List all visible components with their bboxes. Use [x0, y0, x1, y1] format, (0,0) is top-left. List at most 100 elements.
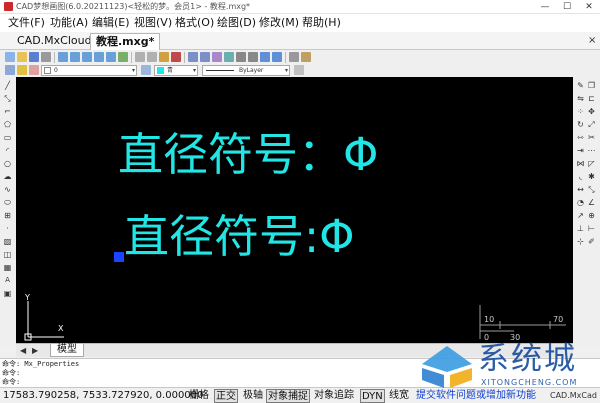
layer-previous-icon[interactable] [141, 65, 151, 75]
move-icon[interactable]: ✥ [587, 107, 596, 116]
next-layout-icon[interactable]: ▶ [32, 345, 38, 357]
image-icon[interactable]: ▣ [3, 289, 12, 298]
explode-icon[interactable]: ✱ [587, 172, 596, 181]
layer-manager-icon[interactable] [188, 52, 198, 62]
hatch-icon[interactable]: ▨ [3, 237, 12, 246]
layer-select[interactable]: 0 ▾ [41, 65, 137, 76]
measure-icon[interactable] [224, 52, 234, 62]
polar-toggle[interactable]: 极轴 [242, 389, 264, 403]
drawing-text-halfwidth-colon[interactable]: 直径符号:Φ [124, 211, 355, 263]
scale-icon[interactable]: ⤢ [587, 120, 596, 129]
xline-icon[interactable]: ⤡ [3, 94, 12, 103]
polygon-icon[interactable]: ⬠ [3, 120, 12, 129]
polyline-icon[interactable]: ⌐ [3, 107, 12, 116]
copy-icon[interactable] [147, 52, 157, 62]
maximize-button[interactable]: ☐ [556, 0, 578, 14]
redo-icon[interactable] [272, 52, 282, 62]
print-icon[interactable] [41, 52, 51, 62]
tab-model[interactable]: 模型 [50, 344, 84, 357]
rotate-icon[interactable]: ↻ [576, 120, 585, 129]
menu-file[interactable]: 文件(F) [8, 15, 45, 31]
dim-continue-icon[interactable]: ⊢ [587, 224, 596, 233]
array-icon[interactable]: ⁘ [576, 107, 585, 116]
dim-style-icon[interactable] [248, 52, 258, 62]
block-icon[interactable] [200, 52, 210, 62]
prev-layout-icon[interactable]: ◀ [20, 345, 26, 357]
new-file-icon[interactable] [5, 52, 15, 62]
otrack-toggle[interactable]: 对象追踪 [313, 389, 355, 403]
ellipse-icon[interactable]: ⬭ [3, 198, 12, 207]
revcloud-icon[interactable]: ☁ [3, 172, 12, 181]
break-icon[interactable]: ⋯ [587, 146, 596, 155]
region-icon[interactable]: ◫ [3, 250, 12, 259]
text-style-icon[interactable] [236, 52, 246, 62]
osnap-toggle[interactable]: 对象捕捉 [266, 389, 310, 403]
cut-icon[interactable] [135, 52, 145, 62]
menu-draw[interactable]: 绘图(D) [217, 15, 256, 31]
dim-baseline-icon[interactable]: ⊥ [576, 224, 585, 233]
dim-edit-icon[interactable]: ✐ [587, 237, 596, 246]
table-icon[interactable]: ▦ [3, 263, 12, 272]
match-properties-icon[interactable] [171, 52, 181, 62]
circle-icon[interactable]: ○ [3, 159, 12, 168]
properties-icon[interactable] [212, 52, 222, 62]
menu-edit[interactable]: 编辑(E) [92, 15, 130, 31]
undo-icon[interactable] [260, 52, 270, 62]
copy-object-icon[interactable]: ❐ [587, 81, 596, 90]
point-icon[interactable]: · [3, 224, 12, 233]
zoom-out-icon[interactable] [82, 52, 92, 62]
menu-function[interactable]: 功能(A) [50, 15, 88, 31]
ortho-toggle[interactable]: 正交 [214, 389, 238, 403]
pan-icon[interactable] [106, 52, 116, 62]
color-select[interactable]: 青 ▾ [154, 65, 198, 76]
dyn-toggle[interactable]: DYN [360, 389, 385, 403]
plugin-icon[interactable] [301, 52, 311, 62]
grid-toggle[interactable]: 栅格 [188, 389, 210, 403]
tab-tutorial-drawing[interactable]: 教程.mxg* [90, 33, 161, 50]
lock-icon[interactable] [29, 65, 39, 75]
center-mark-icon[interactable]: ⊹ [576, 237, 585, 246]
stretch-icon[interactable]: ⇿ [576, 133, 585, 142]
mtext-icon[interactable]: A [3, 276, 12, 285]
tab-cad-mxcloud[interactable]: CAD.MxCloud [12, 33, 97, 50]
rectangle-icon[interactable]: ▭ [3, 133, 12, 142]
drawing-text-fullwidth-colon[interactable]: 直径符号：Φ [118, 129, 378, 181]
bulb-icon[interactable] [17, 65, 27, 75]
line-icon[interactable]: ╱ [3, 81, 12, 90]
arc-icon[interactable]: ◜ [3, 146, 12, 155]
offset-icon[interactable]: ⊏ [587, 94, 596, 103]
close-window-button[interactable]: ✕ [578, 0, 600, 14]
insert-block-icon[interactable]: ⊞ [3, 211, 12, 220]
layer-icon[interactable] [5, 65, 15, 75]
lineweight-toggle[interactable]: 线宽 [388, 389, 410, 403]
drawing-canvas[interactable]: 直径符号：Φ 直径符号:Φ Y X 10 70 0 30 [16, 77, 573, 343]
linetype-select[interactable]: ByLayer ▾ [202, 65, 290, 76]
tolerance-icon[interactable]: ⊕ [587, 211, 596, 220]
extend-icon[interactable]: ⇥ [576, 146, 585, 155]
zoom-window-icon[interactable] [58, 52, 68, 62]
close-tab-icon[interactable]: × [588, 33, 596, 49]
fillet-icon[interactable]: ◟ [576, 172, 585, 181]
text-grip-handle[interactable] [114, 252, 124, 262]
dim-radius-icon[interactable]: ◔ [576, 198, 585, 207]
spline-icon[interactable]: ∿ [3, 185, 12, 194]
save-icon[interactable] [29, 52, 39, 62]
leader-icon[interactable]: ↗ [576, 211, 585, 220]
lineweight-icon[interactable] [294, 65, 304, 75]
dim-linear-icon[interactable]: ↔ [576, 185, 585, 194]
zoom-extents-icon[interactable] [94, 52, 104, 62]
join-icon[interactable]: ⋈ [576, 159, 585, 168]
chamfer-icon[interactable]: ◸ [587, 159, 596, 168]
erase-icon[interactable]: ✎ [576, 81, 585, 90]
command-prompt[interactable]: 命令: [2, 378, 20, 387]
zoom-in-icon[interactable] [70, 52, 80, 62]
help-icon[interactable] [289, 52, 299, 62]
open-file-icon[interactable] [17, 52, 27, 62]
dim-angle-icon[interactable]: ∠ [587, 198, 596, 207]
minimize-button[interactable]: — [534, 0, 556, 14]
redraw-icon[interactable] [118, 52, 128, 62]
menu-modify[interactable]: 修改(M) [259, 15, 299, 31]
menu-format[interactable]: 格式(O) [175, 15, 214, 31]
mirror-icon[interactable]: ⇋ [576, 94, 585, 103]
dim-aligned-icon[interactable]: ⤡ [587, 185, 596, 194]
